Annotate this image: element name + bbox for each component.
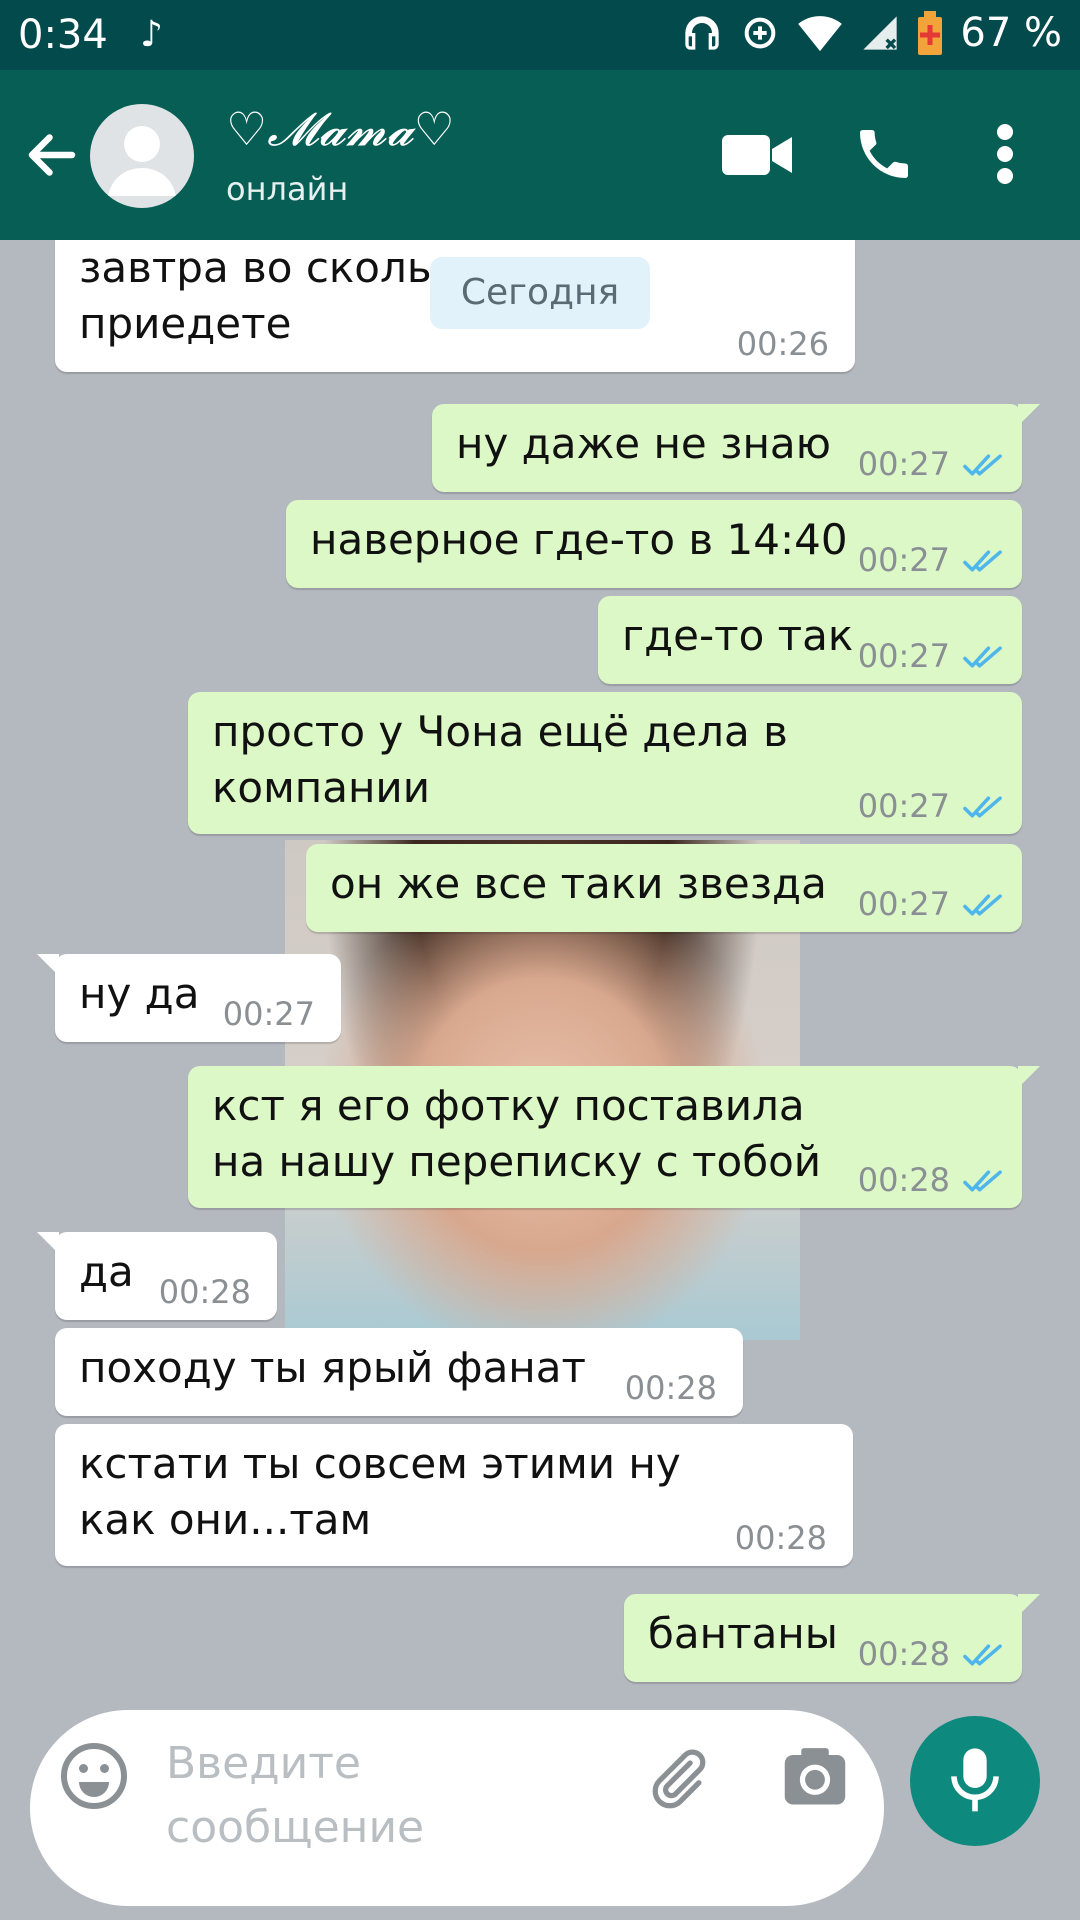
battery-percent: 67 % — [960, 10, 1062, 56]
bubble-tail — [37, 954, 59, 976]
message-text: кстати ты совсем этими ну как они...там — [79, 1439, 681, 1544]
message-time: 00:28 — [857, 1161, 950, 1199]
message-time: 00:27 — [222, 995, 315, 1033]
message-text: завтра во скольк приедете — [79, 243, 457, 348]
message-outgoing[interactable]: он же все таки звезда 00:27 — [306, 844, 1022, 932]
more-vert-icon[interactable] — [990, 122, 1020, 186]
contact-name[interactable]: ♡𝓜𝓪𝓶𝓪♡ — [226, 102, 455, 158]
read-ticks-icon — [963, 1170, 1002, 1192]
phone-icon[interactable] — [852, 122, 916, 186]
data-saver-icon — [745, 17, 776, 49]
status-time: 0:34 — [18, 12, 108, 58]
message-outgoing[interactable]: просто у Чона ещё дела в компании 00:27 — [188, 692, 1022, 834]
message-time: 00:28 — [734, 1519, 827, 1557]
read-ticks-icon — [963, 646, 1002, 668]
message-outgoing[interactable]: ну даже не знаю 00:27 — [432, 404, 1040, 492]
message-time: 00:28 — [857, 1635, 950, 1673]
message-outgoing[interactable]: кст я его фотку поставила на нашу перепи… — [188, 1066, 1040, 1208]
bubble-tail — [1018, 1066, 1040, 1088]
message-incoming[interactable]: кстати ты совсем этими ну как они...там … — [55, 1424, 853, 1566]
emoji-icon[interactable] — [58, 1740, 130, 1812]
video-call-icon[interactable] — [722, 130, 794, 180]
status-bar: 0:34 ♪ 67 % — [0, 0, 1080, 70]
message-time: 00:27 — [857, 541, 950, 579]
bubble-tail — [37, 1232, 59, 1254]
mic-button[interactable] — [910, 1716, 1040, 1846]
message-composer — [30, 1710, 884, 1906]
chat-header: ♡𝓜𝓪𝓶𝓪♡ онлайн — [0, 70, 1080, 240]
read-ticks-icon — [963, 454, 1002, 476]
message-incoming[interactable]: ну да 00:27 — [37, 954, 341, 1042]
chat-area[interactable]: завтра во скольк приедете 00:26 Сегодня … — [0, 240, 1080, 1700]
bubble-tail — [1018, 1594, 1040, 1616]
bubble-tail — [1018, 404, 1040, 426]
read-ticks-icon — [963, 894, 1002, 916]
message-time: 00:27 — [857, 445, 950, 483]
message-incoming[interactable]: да 00:28 — [37, 1232, 277, 1320]
read-ticks-icon — [963, 550, 1002, 572]
message-time: 00:28 — [624, 1369, 717, 1407]
attach-icon[interactable] — [642, 1744, 712, 1814]
message-text: походу ты ярый фанат — [79, 1343, 586, 1392]
message-time: 00:26 — [736, 325, 829, 363]
message-outgoing[interactable]: наверное где-то в 14:40 00:27 — [286, 500, 1022, 588]
message-text: кст я его фотку поставила на нашу перепи… — [212, 1081, 822, 1186]
headphones-icon — [685, 16, 720, 50]
music-note-icon: ♪ — [140, 14, 163, 55]
message-time: 00:27 — [857, 885, 950, 923]
date-chip: Сегодня — [430, 257, 650, 329]
avatar[interactable] — [90, 104, 194, 208]
read-ticks-icon — [963, 796, 1002, 818]
message-outgoing[interactable]: бантаны 00:28 — [624, 1594, 1040, 1682]
status-icons: 67 % — [682, 10, 1062, 56]
message-time: 00:28 — [158, 1273, 251, 1311]
camera-icon[interactable] — [782, 1746, 848, 1808]
battery-charging-icon — [918, 11, 943, 55]
message-incoming[interactable]: походу ты ярый фанат 00:28 — [55, 1328, 743, 1416]
back-arrow-icon[interactable] — [22, 125, 82, 185]
read-ticks-icon — [963, 1644, 1002, 1666]
message-time: 00:27 — [857, 637, 950, 675]
wifi-icon — [798, 16, 843, 52]
cell-signal-icon — [863, 16, 898, 50]
message-text: просто у Чона ещё дела в компании — [212, 707, 788, 812]
message-outgoing[interactable]: где-то так 00:27 — [598, 596, 1022, 684]
message-time: 00:27 — [857, 787, 950, 825]
contact-status: онлайн — [226, 170, 349, 208]
message-input[interactable] — [164, 1730, 618, 1884]
mic-icon — [951, 1748, 999, 1812]
